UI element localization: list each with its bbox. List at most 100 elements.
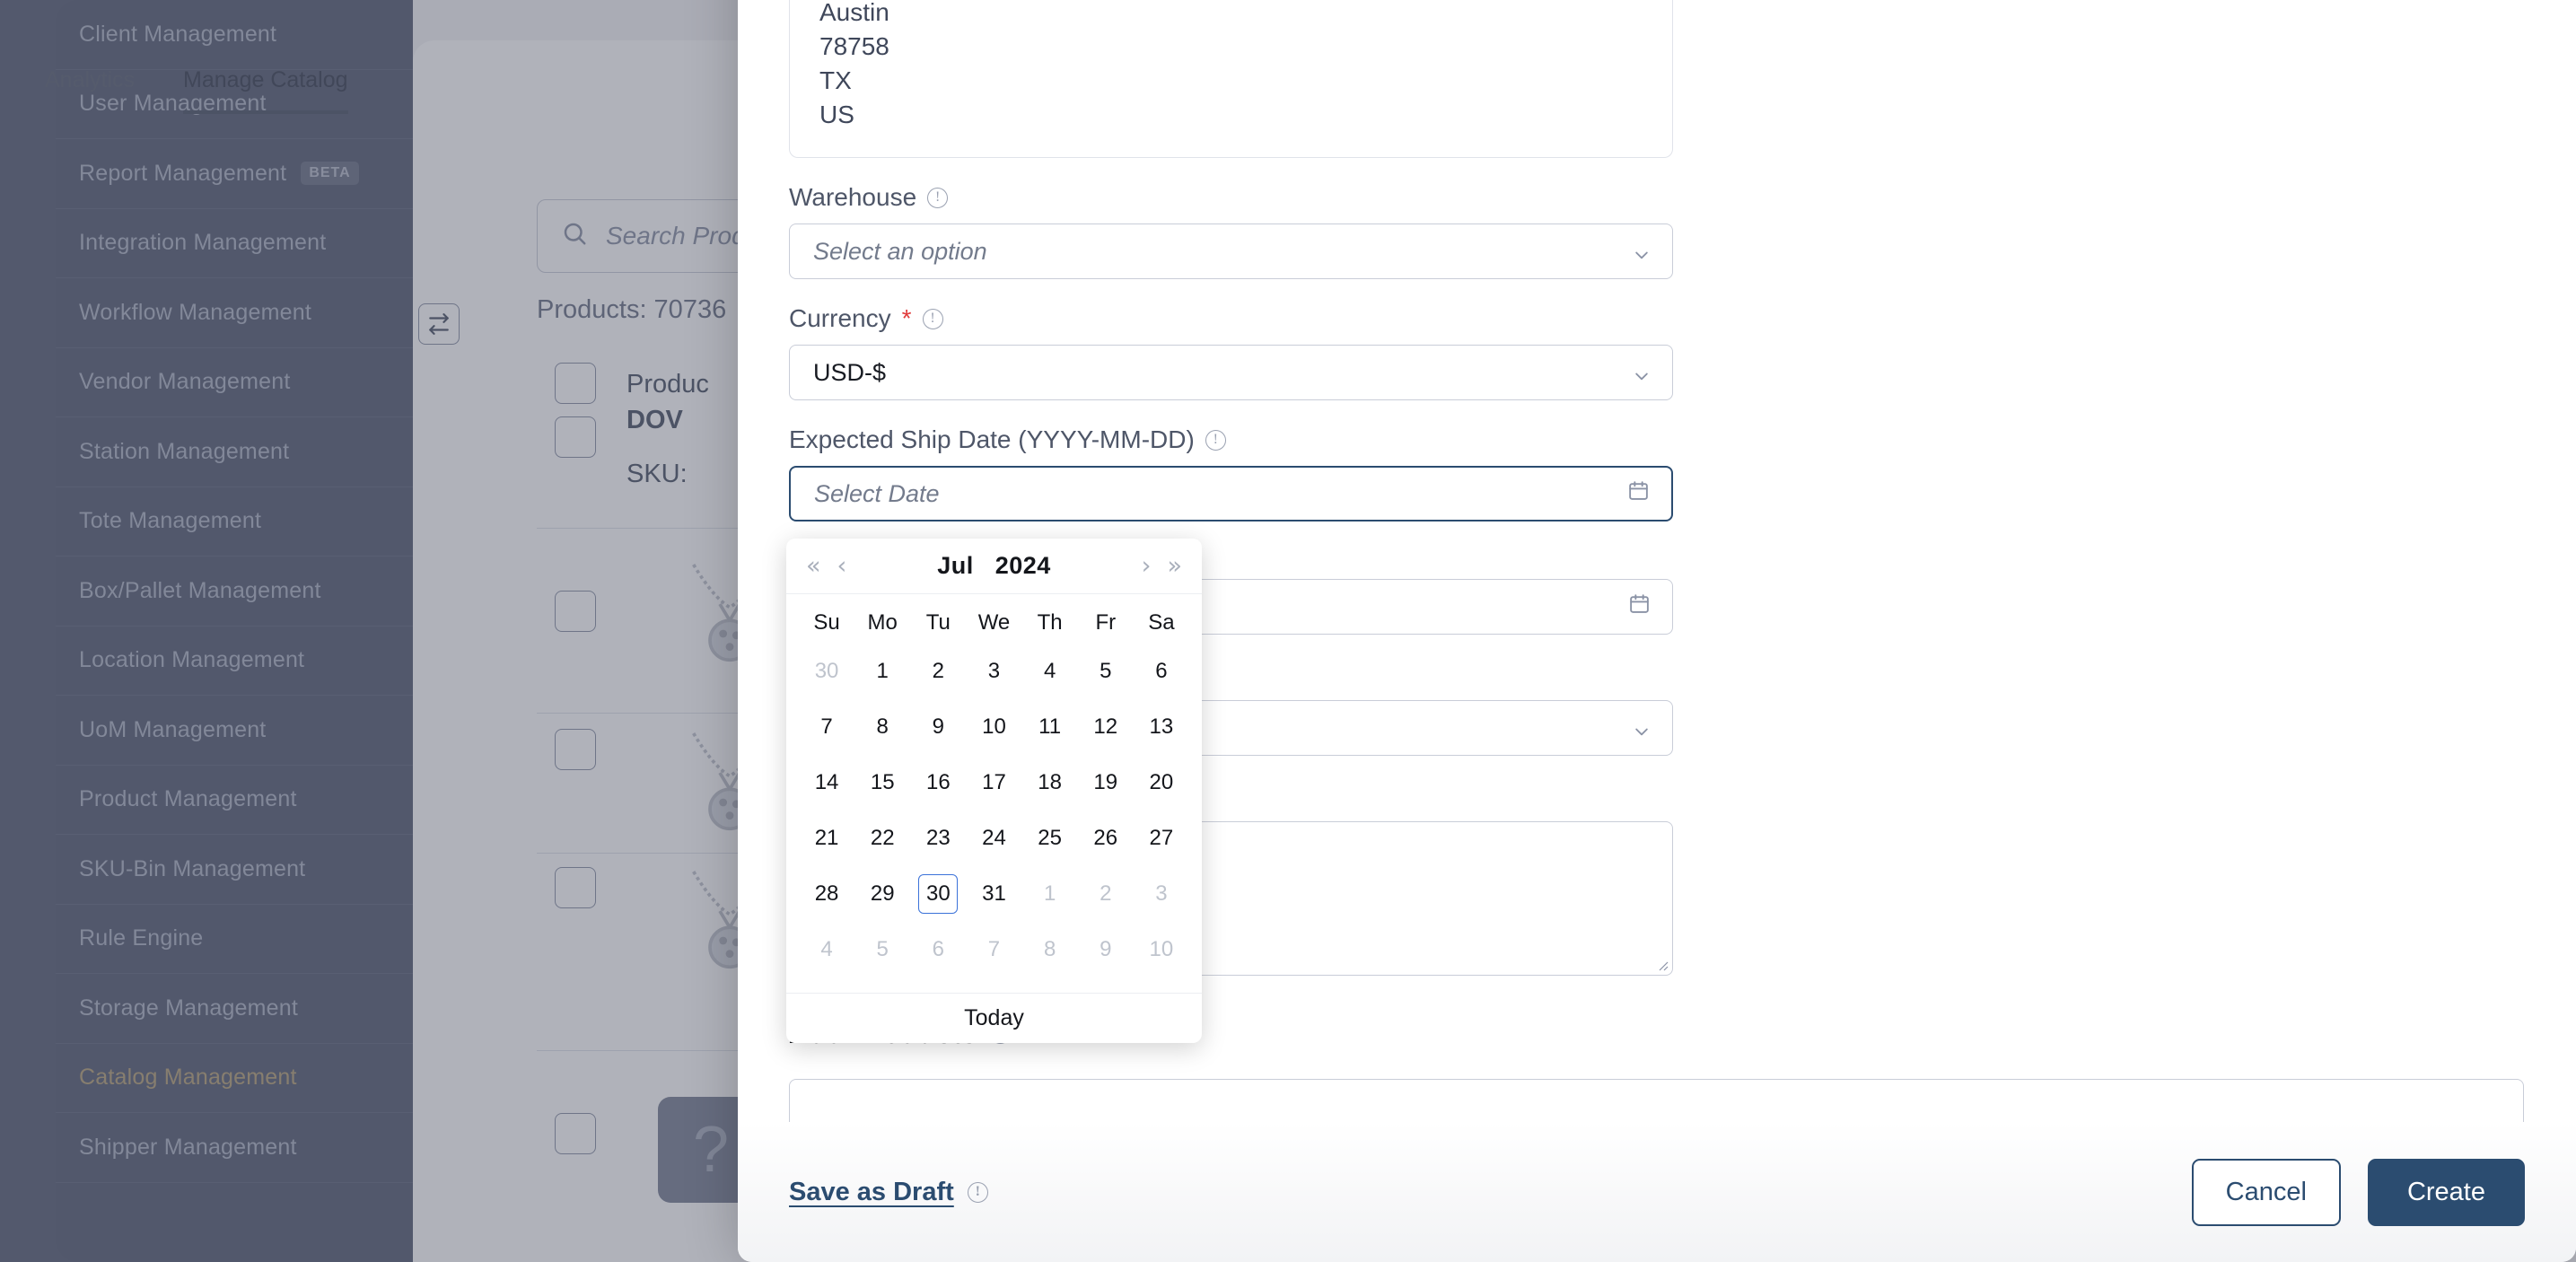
date-cell[interactable]: 10 [1134,922,1189,977]
date-cell[interactable]: 7 [799,699,854,755]
date-cell-day[interactable]: 5 [863,930,902,969]
info-icon[interactable]: ! [922,308,943,329]
date-cell[interactable]: 5 [854,922,910,977]
date-cell-day[interactable]: 10 [1142,930,1181,969]
info-icon[interactable]: ! [967,1181,988,1203]
date-cell-day[interactable]: 15 [863,763,902,802]
calendar-icon[interactable] [1628,592,1651,621]
info-icon[interactable]: ! [1205,429,1226,451]
date-cell-day[interactable]: 20 [1142,763,1181,802]
date-cell[interactable]: 10 [966,699,1021,755]
date-cell[interactable]: 22 [854,811,910,866]
calendar-icon[interactable] [1627,479,1650,508]
next-month-icon[interactable]: › [1142,554,1152,578]
create-button[interactable]: Create [2367,1158,2525,1226]
date-cell[interactable]: 2 [910,644,966,699]
date-cell[interactable]: 20 [1134,755,1189,811]
date-cell[interactable]: 24 [966,811,1021,866]
next-year-icon[interactable]: » [1167,554,1182,578]
date-cell-day[interactable]: 24 [974,819,1013,858]
date-cell[interactable]: 8 [1022,922,1078,977]
date-cell[interactable]: 30 [799,644,854,699]
date-cell[interactable]: 18 [1022,755,1078,811]
info-icon[interactable]: ! [927,187,949,208]
date-cell-day[interactable]: 25 [1030,819,1070,858]
date-cell[interactable]: 14 [799,755,854,811]
prev-year-icon[interactable]: « [806,554,821,578]
date-cell-day[interactable]: 8 [863,707,902,747]
date-cell-day[interactable]: 6 [918,930,958,969]
date-cell-day[interactable]: 9 [1086,930,1126,969]
date-cell[interactable]: 12 [1078,699,1134,755]
cancel-button[interactable]: Cancel [2191,1158,2341,1226]
date-cell[interactable]: 21 [799,811,854,866]
date-cell-day[interactable]: 26 [1086,819,1126,858]
date-cell-day[interactable]: 11 [1030,707,1070,747]
date-cell[interactable]: 17 [966,755,1021,811]
date-cell[interactable]: 3 [1134,866,1189,922]
date-cell[interactable]: 23 [910,811,966,866]
date-cell[interactable]: 3 [966,644,1021,699]
date-cell-day[interactable]: 7 [807,707,846,747]
save-as-draft-link[interactable]: Save as Draft ! [789,1178,988,1207]
date-cell-day[interactable]: 21 [807,819,846,858]
ship-date-input[interactable]: Select Date [789,466,1673,521]
date-cell-day[interactable]: 9 [918,707,958,747]
date-cell[interactable]: 27 [1134,811,1189,866]
date-cell-day[interactable]: 22 [863,819,902,858]
date-cell-day[interactable]: 14 [807,763,846,802]
resize-handle-icon[interactable] [1654,957,1669,971]
currency-select[interactable]: USD-$ [789,345,1673,400]
date-cell-day[interactable]: 4 [1030,652,1070,691]
prev-month-icon[interactable]: ‹ [837,554,847,578]
date-cell[interactable]: 28 [799,866,854,922]
date-cell-day[interactable]: 10 [974,707,1013,747]
date-cell[interactable]: 26 [1078,811,1134,866]
date-cell-day[interactable]: 6 [1142,652,1181,691]
date-cell-day[interactable]: 18 [1030,763,1070,802]
date-cell-day[interactable]: 12 [1086,707,1126,747]
date-cell-day[interactable]: 1 [863,652,902,691]
date-cell-day[interactable]: 3 [1142,874,1181,914]
date-cell[interactable]: 30 [910,866,966,922]
date-cell-day[interactable]: 17 [974,763,1013,802]
today-button[interactable]: Today [786,993,1202,1043]
date-cell[interactable]: 7 [966,922,1021,977]
date-cell-today[interactable]: 30 [918,874,959,914]
date-cell[interactable]: 25 [1022,811,1078,866]
date-cell-day[interactable]: 16 [918,763,958,802]
date-cell-day[interactable]: 19 [1086,763,1126,802]
date-cell[interactable]: 15 [854,755,910,811]
date-cell-day[interactable]: 8 [1030,930,1070,969]
date-cell-day[interactable]: 28 [807,874,846,914]
warehouse-select[interactable]: Select an option [789,223,1673,279]
date-cell[interactable]: 6 [910,922,966,977]
date-cell-day[interactable]: 23 [918,819,958,858]
date-cell-day[interactable]: 27 [1142,819,1181,858]
date-cell[interactable]: 8 [854,699,910,755]
date-cell[interactable]: 13 [1134,699,1189,755]
date-cell-day[interactable]: 31 [974,874,1013,914]
date-cell-day[interactable]: 4 [807,930,846,969]
date-cell[interactable]: 4 [799,922,854,977]
date-cell[interactable]: 29 [854,866,910,922]
date-cell[interactable]: 19 [1078,755,1134,811]
date-cell-day[interactable]: 13 [1142,707,1181,747]
date-cell[interactable]: 6 [1134,644,1189,699]
date-cell[interactable]: 2 [1078,866,1134,922]
date-cell-day[interactable]: 2 [918,652,958,691]
date-cell-day[interactable]: 5 [1086,652,1126,691]
date-cell-day[interactable]: 3 [974,652,1013,691]
date-cell-day[interactable]: 2 [1086,874,1126,914]
date-cell-day[interactable]: 29 [863,874,902,914]
date-cell-day[interactable]: 1 [1030,874,1070,914]
date-cell[interactable]: 4 [1022,644,1078,699]
year-label[interactable]: 2024 [995,552,1051,579]
date-cell[interactable]: 11 [1022,699,1078,755]
date-cell-day[interactable]: 7 [974,930,1013,969]
date-cell[interactable]: 9 [1078,922,1134,977]
date-cell[interactable]: 1 [1022,866,1078,922]
date-cell[interactable]: 16 [910,755,966,811]
month-label[interactable]: Jul [937,552,974,579]
date-cell[interactable]: 31 [966,866,1021,922]
